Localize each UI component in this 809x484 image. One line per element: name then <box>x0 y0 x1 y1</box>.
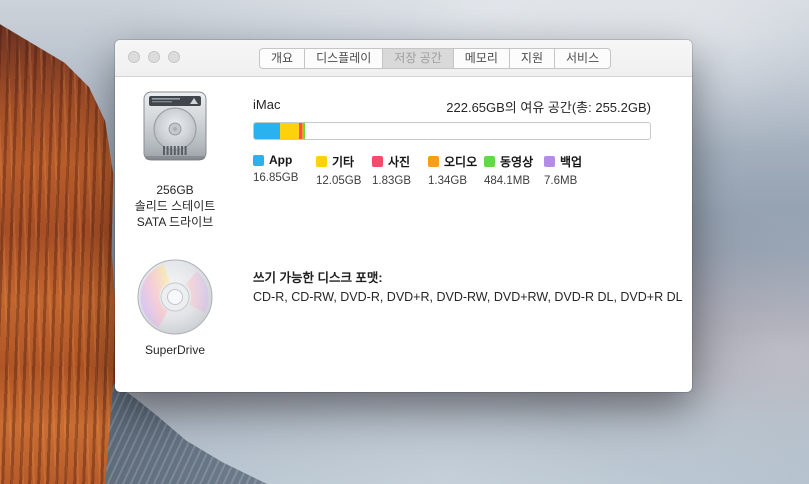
legend-value: 1.83GB <box>372 175 428 187</box>
drive-interface: SATA 드라이브 <box>121 214 229 230</box>
drive-capacity: 256GB <box>121 182 229 198</box>
about-this-mac-window: 개요디스플레이저장 공간메모리지원서비스 <box>115 40 692 392</box>
legend-value: 7.6MB <box>544 175 600 187</box>
legend-value: 12.05GB <box>316 175 372 187</box>
zoom-button[interactable] <box>168 51 180 63</box>
tab-0[interactable]: 개요 <box>260 49 305 68</box>
legend-item-4: 동영상 484.1MB <box>484 153 544 187</box>
tab-2[interactable]: 저장 공간 <box>383 49 454 68</box>
superdrive-disc-icon <box>135 257 215 337</box>
legend-item-0: App 16.85GB <box>253 153 316 187</box>
tab-4[interactable]: 지원 <box>510 49 555 68</box>
legend-item-3: 오디오 1.34GB <box>428 153 484 187</box>
legend-swatch-icon <box>544 156 555 167</box>
legend-value: 1.34GB <box>428 175 484 187</box>
tab-5[interactable]: 서비스 <box>555 49 610 68</box>
storage-pane: 256GB 솔리드 스테이트 SATA 드라이브 iMac 222.65GB의 … <box>115 77 692 391</box>
legend-value: 484.1MB <box>484 175 544 187</box>
storage-segment-1 <box>280 123 299 139</box>
close-button[interactable] <box>128 51 140 63</box>
legend-item-5: 백업 7.6MB <box>544 153 600 187</box>
legend-item-1: 기타 12.05GB <box>316 153 372 187</box>
drive-type: 솔리드 스테이트 <box>121 198 229 214</box>
legend-swatch-icon <box>428 156 439 167</box>
legend-label: 오디오 <box>444 153 477 170</box>
desktop-background: 개요디스플레이저장 공간메모리지원서비스 <box>0 0 809 484</box>
legend-swatch-icon <box>253 155 264 166</box>
window-toolbar: 개요디스플레이저장 공간메모리지원서비스 <box>115 40 692 77</box>
legend-label: 기타 <box>332 153 354 170</box>
storage-segment-4 <box>304 123 305 139</box>
legend-label: 백업 <box>560 153 582 170</box>
superdrive-block: SuperDrive <box>121 257 229 357</box>
hard-drive-icon <box>142 90 208 164</box>
legend-swatch-icon <box>372 156 383 167</box>
writable-formats-list: CD-R, CD-RW, DVD-R, DVD+R, DVD-RW, DVD+R… <box>253 290 683 304</box>
legend-label: 동영상 <box>500 153 533 170</box>
legend-label: 사진 <box>388 153 410 170</box>
legend-item-2: 사진 1.83GB <box>372 153 428 187</box>
tab-bar: 개요디스플레이저장 공간메모리지원서비스 <box>259 48 611 69</box>
traffic-lights <box>128 51 180 63</box>
storage-usage-bar <box>253 122 651 140</box>
device-name: iMac <box>253 97 280 112</box>
legend-swatch-icon <box>484 156 495 167</box>
minimize-button[interactable] <box>148 51 160 63</box>
tab-3[interactable]: 메모리 <box>454 49 510 68</box>
storage-legend: App 16.85GB 기타 12.05GB 사진 1.83GB 오디오 1.34GB 동영상 4… <box>253 153 600 187</box>
superdrive-name: SuperDrive <box>121 343 229 357</box>
internal-drive-block: 256GB 솔리드 스테이트 SATA 드라이브 <box>121 90 229 230</box>
legend-label: App <box>269 153 292 167</box>
tab-1[interactable]: 디스플레이 <box>305 49 383 68</box>
free-space-text: 222.65GB의 여유 공간(총: 255.2GB) <box>446 97 651 116</box>
storage-segment-0 <box>254 123 280 139</box>
writable-formats-title: 쓰기 가능한 디스크 포맷: <box>253 267 383 286</box>
drive-description: 256GB 솔리드 스테이트 SATA 드라이브 <box>121 182 229 230</box>
legend-swatch-icon <box>316 156 327 167</box>
legend-value: 16.85GB <box>253 172 316 184</box>
